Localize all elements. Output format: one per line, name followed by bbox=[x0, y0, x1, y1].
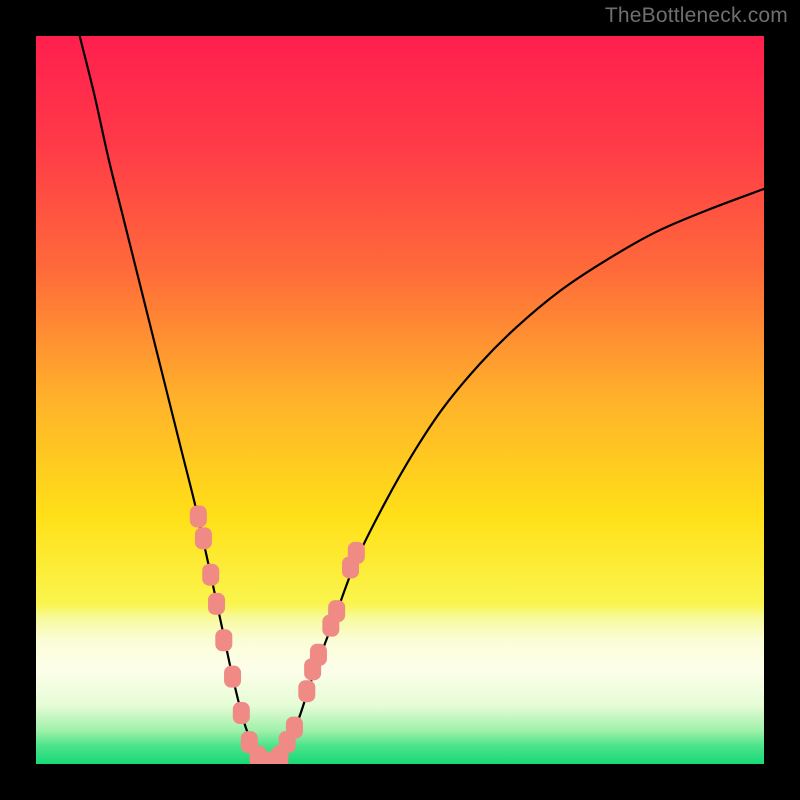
marker-dot bbox=[208, 593, 225, 615]
bottleneck-curve bbox=[80, 36, 764, 764]
watermark-text: TheBottleneck.com bbox=[605, 4, 788, 28]
marker-dot bbox=[233, 702, 250, 724]
marker-dot bbox=[215, 629, 232, 651]
marker-dot bbox=[190, 505, 207, 527]
plot-area bbox=[36, 36, 764, 764]
marker-dot bbox=[348, 542, 365, 564]
marker-dot bbox=[310, 644, 327, 666]
highlight-markers bbox=[190, 505, 365, 764]
marker-dot bbox=[224, 666, 241, 688]
marker-dot bbox=[202, 564, 219, 586]
curve-layer bbox=[36, 36, 764, 764]
marker-dot bbox=[286, 717, 303, 739]
chart-frame: TheBottleneck.com bbox=[0, 0, 800, 800]
marker-dot bbox=[195, 527, 212, 549]
marker-dot bbox=[328, 600, 345, 622]
marker-dot bbox=[298, 680, 315, 702]
